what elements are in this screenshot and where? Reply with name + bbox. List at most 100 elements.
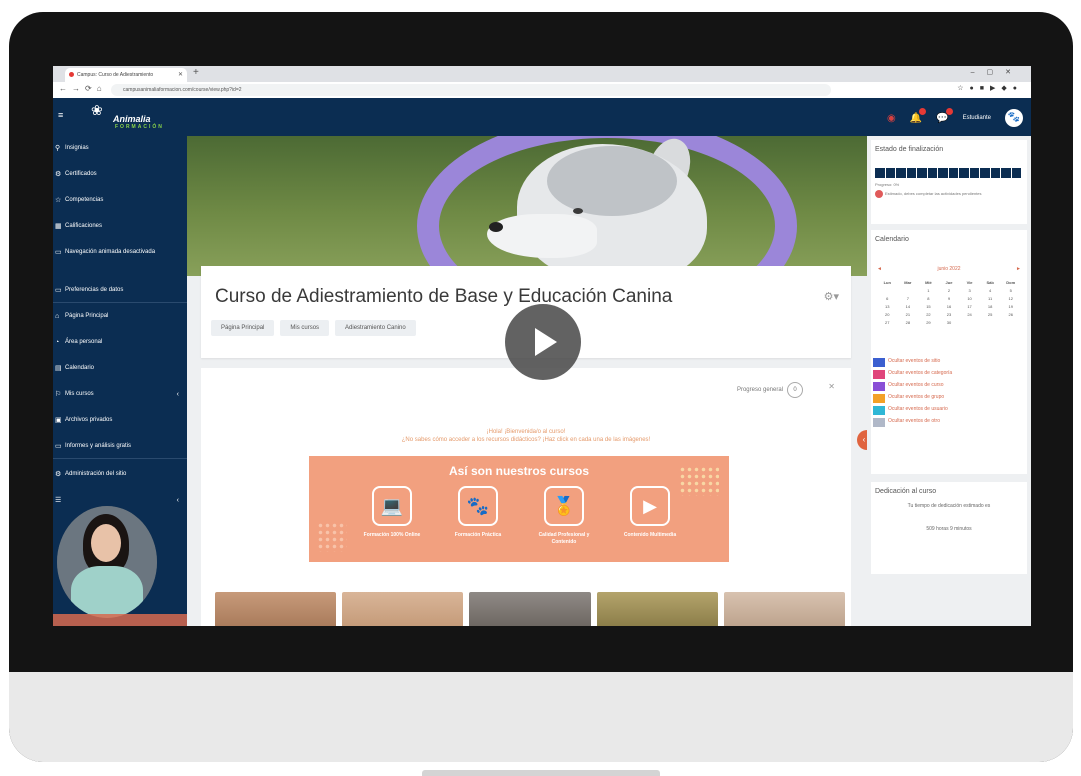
browser-tab[interactable]: Campus: Curso de Adiestramiento ✕ (65, 68, 187, 82)
notifications-icon[interactable]: 🔔 (910, 107, 927, 124)
calendar-day[interactable]: 13 (877, 304, 898, 309)
new-tab-icon[interactable]: + (193, 67, 199, 78)
calendar-day[interactable]: 18 (980, 304, 1001, 309)
calendar-day[interactable]: 26 (1000, 312, 1021, 317)
calendar-day[interactable]: 5 (1000, 288, 1021, 293)
sidebar-item-calificaciones[interactable]: ▦ Calificaciones (55, 222, 185, 231)
url-field[interactable]: campusanimaliaformacion.com/course/view.… (111, 84, 831, 96)
site-logo[interactable]: ❀ Animalia FORMACIÓN (91, 102, 181, 132)
resource-thumbnail[interactable] (596, 592, 718, 626)
badge-icon: ⚲ (55, 145, 61, 152)
calendar-filter[interactable]: Ocultar eventos de grupo (873, 394, 1023, 403)
breadcrumb-home[interactable]: Página Principal (211, 320, 275, 336)
calendar-day[interactable]: 3 (959, 288, 980, 293)
calendar-day[interactable]: 11 (980, 296, 1001, 301)
calendar-day[interactable]: 29 (918, 320, 939, 325)
sidebar-item-my-courses[interactable]: ⚐ Mis cursos ‹ (55, 390, 185, 399)
resource-thumbnail[interactable] (342, 592, 464, 626)
calendar-day[interactable]: 27 (877, 320, 898, 325)
calendar-day[interactable]: 16 (939, 304, 960, 309)
calendar-day[interactable]: 4 (980, 288, 1001, 293)
sidebar-item-navegacion[interactable]: ▭ Navegación animada desactivada (55, 248, 185, 257)
completion-segment[interactable] (896, 168, 906, 178)
welcome-instructions: ¿No sabes cómo acceder a los recursos di… (401, 437, 651, 443)
completion-segment[interactable] (980, 168, 990, 178)
course-settings-icon[interactable]: ⚙▾ (824, 290, 839, 303)
menu-toggle-icon[interactable]: ≡ (58, 110, 63, 120)
calendar-day[interactable]: 23 (939, 312, 960, 317)
calendar-day[interactable]: 7 (898, 296, 919, 301)
legend-text: Estimado, debes completar las actividade… (885, 191, 982, 197)
calendar-filter[interactable]: Ocultar eventos de sitio (873, 358, 1023, 367)
calendar-day[interactable]: 25 (980, 312, 1001, 317)
completion-segment[interactable] (959, 168, 969, 178)
calendar-day[interactable]: 14 (898, 304, 919, 309)
completion-segment[interactable] (948, 168, 958, 178)
calendar-day[interactable]: 20 (877, 312, 898, 317)
resource-thumbnail[interactable] (215, 592, 337, 626)
sidebar-item-reports[interactable]: ▭ Informes y análisis gratis (55, 442, 185, 451)
calendar-day[interactable]: 17 (959, 304, 980, 309)
close-tab-icon[interactable]: ✕ (178, 68, 183, 82)
calendar-day[interactable]: 24 (959, 312, 980, 317)
calendar-day[interactable]: 8 (918, 296, 939, 301)
completion-segment[interactable] (990, 168, 1000, 178)
block-drawer-toggle[interactable]: ‹ (857, 430, 867, 450)
calendar-day[interactable]: 6 (877, 296, 898, 301)
messages-icon[interactable]: 💬 (936, 107, 953, 124)
calendar-day[interactable]: 2 (939, 288, 960, 293)
nav-buttons[interactable]: ←→⟳⌂ (59, 84, 107, 93)
completion-segment[interactable] (927, 168, 937, 178)
calendar-day[interactable]: 1 (918, 288, 939, 293)
search-icon[interactable]: ◉ (887, 113, 896, 124)
next-month-icon[interactable]: ► (1016, 266, 1021, 272)
calendar-filter[interactable]: Ocultar eventos de categoría (873, 370, 1023, 379)
calendar-filter[interactable]: Ocultar eventos de otro (873, 418, 1023, 427)
prev-month-icon[interactable]: ◄ (877, 266, 882, 272)
calendar-day[interactable]: 10 (959, 296, 980, 301)
calendar-day[interactable]: 30 (939, 320, 960, 325)
sidebar-item-preferencias[interactable]: ▭ Preferencias de datos (55, 286, 185, 295)
completion-segment[interactable] (1001, 168, 1011, 178)
window-controls[interactable]: –▢✕ (971, 68, 1023, 76)
user-avatar[interactable]: 🐾 (1005, 109, 1023, 127)
promo-banner[interactable]: Así son nuestros cursos 💻 Formación 100%… (309, 456, 729, 562)
sidebar-item-insignias[interactable]: ⚲ Insignias (55, 144, 185, 153)
sidebar-item-home[interactable]: ⌂ Página Principal (55, 312, 185, 321)
calendar-filters: Ocultar eventos de sitio Ocultar eventos … (873, 358, 1023, 430)
collapse-icon[interactable]: ✕ (828, 382, 835, 391)
sidebar-item-label: Mis cursos (65, 391, 94, 397)
sidebar-item-competencias[interactable]: ☆ Competencias (55, 196, 185, 205)
calendar-day[interactable]: 28 (898, 320, 919, 325)
calendar-filter[interactable]: Ocultar eventos de usuario (873, 406, 1023, 415)
sidebar-item-calendar[interactable]: ▤ Calendario (55, 364, 185, 373)
completion-segment[interactable] (885, 168, 895, 178)
user-name[interactable]: Estudiante (963, 115, 991, 121)
extension-icons[interactable]: ☆●■▶◆● (957, 84, 1023, 92)
calendar-day[interactable]: 22 (918, 312, 939, 317)
sidebar-item-site-admin[interactable]: ⚙ Administración del sitio (55, 470, 185, 479)
sidebar-item-collapsed[interactable]: ☰ ‹ (55, 496, 185, 505)
completion-segment[interactable] (875, 168, 885, 178)
calendar-day[interactable]: 12 (1000, 296, 1021, 301)
completion-segment[interactable] (917, 168, 927, 178)
calendar-day[interactable]: 15 (918, 304, 939, 309)
calendar-filter[interactable]: Ocultar eventos de curso (873, 382, 1023, 391)
completion-segment[interactable] (938, 168, 948, 178)
sidebar-item-certificados[interactable]: ⚙ Certificados (55, 170, 185, 179)
breadcrumb-my-courses[interactable]: Mis cursos (280, 320, 330, 336)
calendar-day[interactable]: 21 (898, 312, 919, 317)
completion-segment[interactable] (1011, 168, 1021, 178)
breadcrumb-course[interactable]: Adiestramiento Canino (335, 320, 416, 336)
video-play-button[interactable] (505, 304, 581, 380)
sidebar-item-private-files[interactable]: ▣ Archivos privados (55, 416, 185, 425)
resource-thumbnail[interactable] (469, 592, 591, 626)
completion-segment[interactable] (969, 168, 979, 178)
completion-segment[interactable] (906, 168, 916, 178)
calendar-day[interactable]: 9 (939, 296, 960, 301)
resource-thumbnail[interactable] (723, 592, 846, 626)
calendar-day[interactable]: 19 (1000, 304, 1021, 309)
calendar-grid: Lun Mar Mié Jue Vie Sáb Dom 1 2 3 4 5 6 7 8 9 10 11 12 13 14… (877, 280, 1021, 325)
sidebar-divider (53, 302, 187, 303)
sidebar-item-dashboard[interactable]: ◔ Área personal (55, 338, 185, 347)
